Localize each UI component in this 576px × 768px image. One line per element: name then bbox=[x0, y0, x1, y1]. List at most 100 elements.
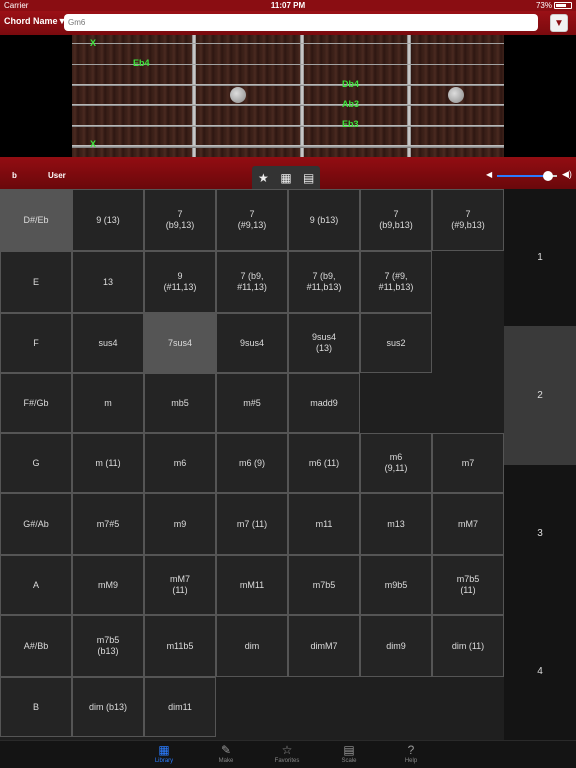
tab-label: Favorites bbox=[274, 758, 300, 764]
chord-name-button[interactable]: Chord Name▼ bbox=[4, 16, 66, 26]
chord-type-cell[interactable]: m6 (11) bbox=[288, 433, 360, 493]
chord-type-cell[interactable]: 7sus4 bbox=[144, 313, 216, 373]
chord-type-cell[interactable]: madd9 bbox=[288, 373, 360, 433]
favorites-icon: ☆ bbox=[281, 743, 293, 757]
dropdown-button[interactable]: ▼ bbox=[550, 14, 568, 32]
chord-type-cell[interactable]: 7 (#9,13) bbox=[216, 189, 288, 251]
tab-library[interactable]: ▦ Library bbox=[134, 741, 194, 768]
chord-type-cell[interactable]: m6 (9,11) bbox=[360, 433, 432, 493]
string bbox=[72, 43, 504, 44]
fret-inlay bbox=[230, 87, 246, 103]
chord-type-cell[interactable]: 7 (b9,13) bbox=[144, 189, 216, 251]
root-note-cell[interactable]: G#/Ab bbox=[0, 493, 72, 555]
chord-search-input[interactable] bbox=[64, 14, 538, 31]
chord-grid: D#/Eb 9 (13) 7 (b9,13) 7 (#9,13) 9 (b13) 7 (b… bbox=[0, 189, 504, 740]
note-marker: Db4 bbox=[342, 79, 360, 89]
chord-type-cell[interactable]: dim9 bbox=[360, 615, 432, 677]
chord-type-cell[interactable]: m11 bbox=[288, 493, 360, 555]
page-selector: 1234 bbox=[504, 189, 576, 740]
chord-type-cell[interactable]: sus2 bbox=[360, 313, 432, 373]
string bbox=[72, 145, 504, 148]
volume-slider[interactable] bbox=[497, 171, 557, 181]
root-note-cell[interactable]: D#/Eb bbox=[0, 189, 72, 251]
tab-scale[interactable]: ▤ Scale bbox=[319, 741, 379, 768]
chord-type-cell[interactable]: 7 (#9, #11,b13) bbox=[360, 251, 432, 313]
chord-type-cell[interactable]: mM7 (11) bbox=[144, 555, 216, 615]
chord-type-cell[interactable]: m6 bbox=[144, 433, 216, 493]
chord-type-cell[interactable]: m9 bbox=[144, 493, 216, 555]
chord-type-cell[interactable]: m (11) bbox=[72, 433, 144, 493]
chord-type-cell[interactable]: m bbox=[72, 373, 144, 433]
battery-indicator: 73% bbox=[536, 1, 572, 10]
notes-icon[interactable]: ▤ bbox=[297, 166, 320, 189]
page-button-2[interactable]: 2 bbox=[504, 326, 576, 465]
chord-type-cell[interactable]: m7b5 (b13) bbox=[72, 615, 144, 677]
chord-type-cell[interactable]: m7#5 bbox=[72, 493, 144, 555]
chord-type-cell[interactable]: mM11 bbox=[216, 555, 288, 615]
page-button-3[interactable]: 3 bbox=[504, 465, 576, 602]
chord-type-cell[interactable]: m9b5 bbox=[360, 555, 432, 615]
note-marker: X bbox=[90, 139, 97, 149]
chord-type-cell[interactable]: m7b5 (11) bbox=[432, 555, 504, 615]
note-marker: X bbox=[90, 38, 97, 48]
battery-icon bbox=[554, 2, 572, 9]
fretboard[interactable]: X Eb4 Db4 Ab3 Eb3 X bbox=[72, 35, 504, 157]
chord-type-cell[interactable]: 7 (b9, #11,b13) bbox=[288, 251, 360, 313]
chord-type-cell[interactable]: dim bbox=[216, 615, 288, 677]
tab-bar: ▦ Library ✎ Make ☆ Favorites ▤ Scale? Help bbox=[0, 740, 576, 768]
volume-knob[interactable] bbox=[543, 171, 553, 181]
chord-type-cell[interactable]: 9sus4 (13) bbox=[288, 313, 360, 373]
chord-type-cell[interactable]: dim11 bbox=[144, 677, 216, 737]
root-note-cell[interactable]: E bbox=[0, 251, 72, 313]
speaker-low-icon: ◀ bbox=[486, 170, 493, 179]
fretboard-panel: X Eb4 Db4 Ab3 Eb3 X bbox=[0, 35, 576, 157]
chord-type-cell[interactable]: 7 (b9,b13) bbox=[360, 189, 432, 251]
chord-type-cell[interactable]: dimM7 bbox=[288, 615, 360, 677]
chord-type-cell[interactable]: dim (11) bbox=[432, 615, 504, 677]
chord-type-cell[interactable]: m7 (11) bbox=[216, 493, 288, 555]
root-note-cell[interactable]: F bbox=[0, 313, 72, 373]
chord-type-cell[interactable]: m11b5 bbox=[144, 615, 216, 677]
root-note-cell[interactable]: A bbox=[0, 555, 72, 615]
chord-type-cell[interactable]: m6 (9) bbox=[216, 433, 288, 493]
make-icon: ✎ bbox=[220, 743, 232, 757]
tab-label: Library bbox=[154, 758, 174, 764]
root-note-cell[interactable]: B bbox=[0, 677, 72, 737]
fret-inlay bbox=[448, 87, 464, 103]
fret-wire bbox=[407, 35, 411, 157]
flat-toggle[interactable]: b bbox=[12, 171, 17, 180]
chord-type-cell[interactable]: m#5 bbox=[216, 373, 288, 433]
chord-type-cell[interactable]: m7b5 bbox=[288, 555, 360, 615]
help-icon: ? bbox=[407, 743, 415, 757]
battery-percent: 73% bbox=[535, 1, 552, 10]
fret-wire bbox=[300, 35, 304, 157]
root-note-cell[interactable]: F#/Gb bbox=[0, 373, 72, 433]
chord-type-cell[interactable]: 13 bbox=[72, 251, 144, 313]
chord-type-cell[interactable]: m7 bbox=[432, 433, 504, 493]
speaker-high-icon: ◀) bbox=[562, 169, 572, 179]
tab-help[interactable]: ? Help bbox=[381, 741, 441, 768]
page-button-1[interactable]: 1 bbox=[504, 189, 576, 326]
chord-type-cell[interactable]: mb5 bbox=[144, 373, 216, 433]
chord-type-cell[interactable]: 9 (13) bbox=[72, 189, 144, 251]
user-button[interactable]: User bbox=[48, 171, 66, 180]
chord-type-cell[interactable]: sus4 bbox=[72, 313, 144, 373]
grid-icon[interactable]: ▦ bbox=[275, 166, 298, 189]
chord-type-cell[interactable]: m13 bbox=[360, 493, 432, 555]
root-note-cell[interactable]: G bbox=[0, 433, 72, 493]
chord-type-cell[interactable]: 9 (b13) bbox=[288, 189, 360, 251]
root-note-cell[interactable]: A#/Bb bbox=[0, 615, 72, 677]
chord-type-cell[interactable]: 7 (b9, #11,13) bbox=[216, 251, 288, 313]
star-icon[interactable]: ★ bbox=[252, 166, 275, 189]
chord-type-cell[interactable]: 9sus4 bbox=[216, 313, 288, 373]
chord-type-cell[interactable]: dim (b13) bbox=[72, 677, 144, 737]
tab-make[interactable]: ✎ Make bbox=[196, 741, 256, 768]
top-bar: Chord Name▼ ▼ bbox=[0, 11, 576, 35]
chord-type-cell[interactable]: mM7 bbox=[432, 493, 504, 555]
scale-icon: ▤ bbox=[343, 743, 355, 757]
chord-type-cell[interactable]: 9 (#11,13) bbox=[144, 251, 216, 313]
chord-type-cell[interactable]: 7 (#9,b13) bbox=[432, 189, 504, 251]
page-button-4[interactable]: 4 bbox=[504, 602, 576, 740]
tab-favorites[interactable]: ☆ Favorites bbox=[257, 741, 317, 768]
chord-type-cell[interactable]: mM9 bbox=[72, 555, 144, 615]
